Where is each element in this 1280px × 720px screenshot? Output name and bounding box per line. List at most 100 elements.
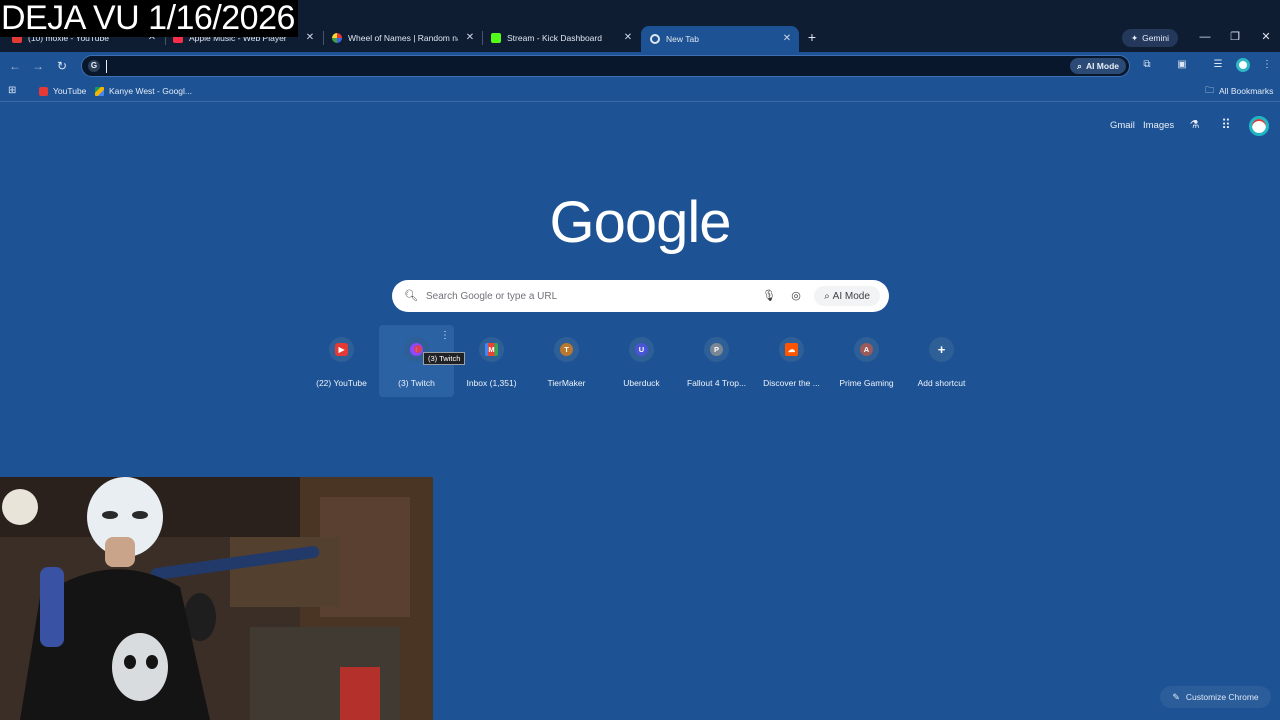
shortcut-label: (3) Twitch bbox=[398, 378, 435, 388]
webcam-image bbox=[0, 477, 433, 720]
wheel-of-names-icon bbox=[332, 33, 342, 43]
sparkle-icon: ✦ bbox=[1130, 32, 1139, 43]
microphone-icon[interactable]: 🎙︎ bbox=[762, 289, 776, 303]
media-controls-icon[interactable]: ☰ bbox=[1211, 58, 1225, 72]
customize-chrome-button[interactable]: ✎ Customize Chrome bbox=[1160, 686, 1271, 708]
more-menu-icon[interactable]: ⋮ bbox=[1260, 58, 1274, 72]
tab-search-icon[interactable]: ▣ bbox=[1175, 58, 1189, 72]
shortcut-tile: + bbox=[929, 337, 954, 362]
extensions-icon[interactable]: ⧉ bbox=[1140, 58, 1154, 72]
shortcut-tile: P bbox=[704, 337, 729, 362]
shortcut-youtube[interactable]: ▶ (22) YouTube bbox=[304, 325, 379, 397]
close-icon[interactable]: ✕ bbox=[304, 32, 316, 44]
shortcut-soundcloud[interactable]: ☁ Discover the ... bbox=[754, 325, 829, 397]
profile-avatar[interactable] bbox=[1236, 58, 1250, 72]
reload-button[interactable]: ↻ bbox=[54, 58, 70, 74]
restore-button[interactable]: ❐ bbox=[1228, 30, 1242, 44]
shortcut-label: Add shortcut bbox=[917, 378, 966, 388]
shortcut-tile: A bbox=[854, 337, 879, 362]
shortcut-tile: U bbox=[629, 337, 654, 362]
tab-separator bbox=[323, 31, 324, 45]
letter-t-icon: T bbox=[560, 343, 573, 356]
shortcut-label: (22) YouTube bbox=[316, 378, 367, 388]
folder-icon: 🗀 bbox=[1205, 85, 1215, 95]
all-bookmarks-label: All Bookmarks bbox=[1219, 86, 1274, 96]
all-bookmarks-button[interactable]: 🗀 All Bookmarks bbox=[1205, 84, 1273, 98]
letter-a-icon: A bbox=[860, 343, 873, 356]
forward-button[interactable]: → bbox=[30, 58, 46, 74]
tab-title: New Tab bbox=[666, 34, 699, 44]
youtube-icon: ▶ bbox=[335, 343, 348, 356]
search-sparkle-icon: ⌕ bbox=[1077, 60, 1082, 71]
google-apps-icon[interactable]: ⠿ bbox=[1219, 118, 1233, 132]
bookmark-label: Kanye West - Googl... bbox=[109, 86, 192, 96]
bookmark-kanye-west[interactable]: Kanye West - Googl... bbox=[95, 84, 192, 98]
ai-mode-search-button[interactable]: ⌕ AI Mode bbox=[814, 286, 880, 306]
gmail-icon: M bbox=[485, 343, 498, 356]
back-button[interactable]: ← bbox=[7, 58, 23, 74]
shortcut-fallout-4[interactable]: P Fallout 4 Trop... bbox=[679, 325, 754, 397]
mouse-cursor bbox=[414, 345, 422, 353]
chrome-icon bbox=[650, 34, 660, 44]
google-lens-icon[interactable]: ◎ bbox=[789, 289, 803, 303]
gemini-button[interactable]: ✦ Gemini bbox=[1122, 29, 1178, 47]
shortcut-uberduck[interactable]: U Uberduck bbox=[604, 325, 679, 397]
shortcut-tile: ▶ bbox=[329, 337, 354, 362]
shortcut-add[interactable]: + Add shortcut bbox=[904, 325, 979, 397]
shortcut-tile: ☁ bbox=[779, 337, 804, 362]
account-avatar[interactable] bbox=[1249, 116, 1269, 136]
shortcut-label: Inbox (1,351) bbox=[466, 378, 517, 388]
tab-title: Stream - Kick Dashboard bbox=[507, 33, 602, 43]
search-input[interactable] bbox=[426, 287, 746, 305]
add-icon: + bbox=[937, 342, 946, 357]
text-caret bbox=[106, 60, 107, 73]
images-link[interactable]: Images bbox=[1143, 120, 1174, 131]
shortcut-label: TierMaker bbox=[547, 378, 586, 388]
shortcut-label: Uberduck bbox=[623, 378, 660, 388]
letter-u-icon: U bbox=[635, 343, 648, 356]
youtube-icon bbox=[39, 86, 48, 96]
shortcut-tile: M bbox=[479, 337, 504, 362]
browser-toolbar: ← → ↻ G ⌕ AI Mode ⧉ ▣ ☰ ⋮ bbox=[0, 52, 1280, 80]
gemini-label: Gemini bbox=[1142, 33, 1170, 43]
ai-mode-label: AI Mode bbox=[832, 290, 870, 302]
labs-flask-icon[interactable]: ⚗ bbox=[1188, 119, 1201, 132]
pencil-icon: ✎ bbox=[1172, 691, 1180, 702]
shortcuts-grid: ▶ (22) YouTube t (3) Twitch M Inbox (1,3… bbox=[304, 325, 976, 397]
shortcut-label: Prime Gaming bbox=[839, 378, 894, 388]
ai-mode-button[interactable]: ⌕ AI Mode bbox=[1070, 58, 1126, 74]
letter-p-icon: P bbox=[710, 343, 723, 356]
close-icon[interactable]: ✕ bbox=[622, 32, 634, 44]
shortcut-label: Discover the ... bbox=[763, 378, 820, 388]
tab-separator bbox=[482, 31, 483, 45]
shortcut-more-icon[interactable]: ⋮ bbox=[440, 330, 450, 342]
ai-mode-label: AI Mode bbox=[1085, 61, 1119, 71]
google-drive-icon bbox=[95, 86, 104, 96]
stream-overlay-caption: DEJA VU 1/16/2026 bbox=[0, 0, 298, 37]
kick-icon bbox=[491, 33, 501, 43]
search-icon: 🔍︎ bbox=[404, 290, 418, 302]
shortcut-tiermaker[interactable]: T TierMaker bbox=[529, 325, 604, 397]
search-sparkle-icon: ⌕ bbox=[824, 290, 830, 302]
webcam-feed bbox=[0, 477, 433, 720]
close-icon[interactable]: ✕ bbox=[464, 32, 476, 44]
ntp-search-box[interactable]: 🔍︎ 🎙︎ ◎ ⌕ AI Mode bbox=[392, 280, 889, 312]
shortcut-prime-gaming[interactable]: A Prime Gaming bbox=[829, 325, 904, 397]
address-input[interactable] bbox=[110, 58, 1010, 75]
bookmark-youtube[interactable]: YouTube bbox=[39, 84, 86, 98]
shortcut-label: Fallout 4 Trop... bbox=[686, 378, 747, 388]
gmail-link[interactable]: Gmail bbox=[1110, 120, 1135, 131]
new-tab-button[interactable]: + bbox=[805, 30, 819, 44]
shortcut-tile: T bbox=[554, 337, 579, 362]
apps-grid-icon[interactable]: ⊞ bbox=[8, 85, 19, 96]
tab-kick-dashboard[interactable]: Stream - Kick Dashboard ✕ bbox=[491, 28, 634, 48]
close-icon[interactable]: ✕ bbox=[781, 33, 793, 45]
omnibox[interactable]: G ⌕ AI Mode bbox=[81, 55, 1130, 77]
tab-wheel-of-names[interactable]: Wheel of Names | Random nam ✕ bbox=[332, 28, 476, 48]
minimize-button[interactable]: — bbox=[1198, 30, 1212, 44]
tab-new-tab[interactable]: New Tab ✕ bbox=[641, 26, 799, 52]
bookmark-label: YouTube bbox=[53, 86, 87, 96]
shortcut-tooltip: (3) Twitch bbox=[423, 352, 466, 365]
soundcloud-icon: ☁ bbox=[785, 343, 798, 356]
window-close-button[interactable]: ✕ bbox=[1259, 30, 1273, 44]
